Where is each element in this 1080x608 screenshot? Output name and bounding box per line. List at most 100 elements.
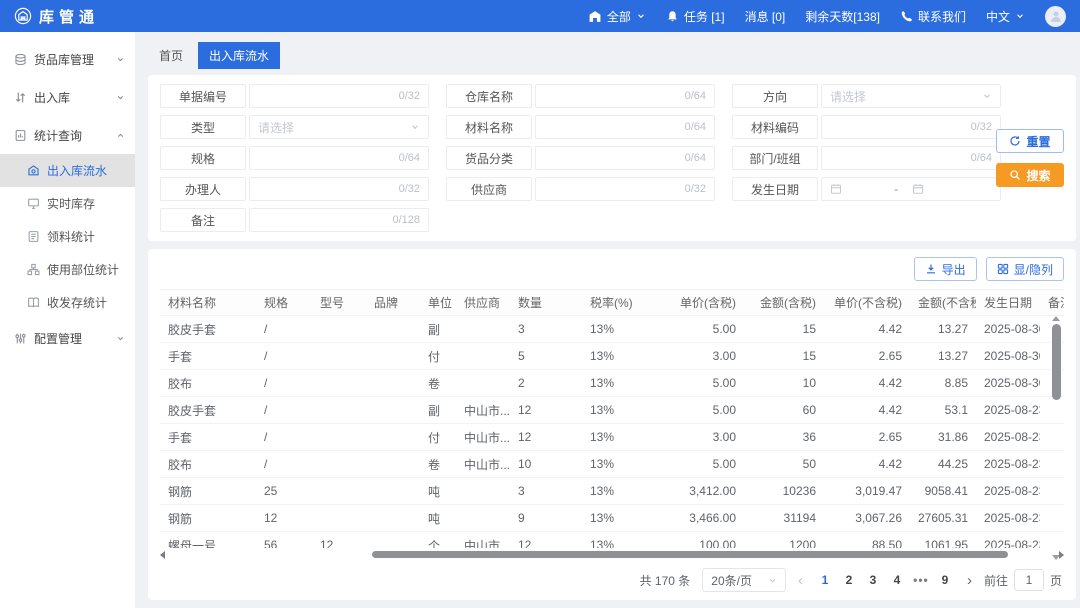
table-cell [312, 316, 366, 343]
sidebar-item-label: 实时库存 [47, 195, 95, 212]
sidebar-item-label: 收发存统计 [47, 294, 107, 311]
vertical-scroll-thumb[interactable] [1052, 324, 1061, 400]
column-header: 单价(含税) [660, 290, 744, 316]
filter-column: 方向请选择材料编码0/32部门/班组0/64发生日期- [732, 84, 1001, 232]
filter-text-input[interactable]: 0/32 [535, 177, 715, 201]
avatar[interactable] [1045, 6, 1066, 27]
table-cell: 13% [582, 505, 660, 532]
filter-text-input[interactable]: 0/64 [535, 146, 715, 170]
tab-home[interactable]: 首页 [148, 42, 194, 69]
table-cell: 15 [744, 316, 824, 343]
table-cell: 3,067.26 [824, 505, 910, 532]
sidebar-item-goods-management[interactable]: 货品库管理 [0, 40, 135, 78]
filter-text-input[interactable]: 0/64 [535, 115, 715, 139]
filter-grid: 单据编号0/32类型请选择规格0/64办理人0/32备注0/128仓库名称0/6… [160, 84, 1064, 232]
table-row[interactable]: 手套/付513%3.00152.6513.272025-08-30 [160, 343, 1064, 370]
top-right-menu: 全部 任务 [1] 消息 [0] 剩余天数[138] 联系我们 中文 [588, 6, 1066, 27]
language-dropdown[interactable]: 中文 [986, 8, 1025, 25]
messages-link[interactable]: 消息 [0] [745, 8, 786, 25]
table-cell: 13% [582, 397, 660, 424]
scroll-right-arrow-icon[interactable] [1059, 551, 1064, 559]
vertical-scrollbar[interactable] [1050, 316, 1062, 560]
page-size-select[interactable]: 20条/页 [702, 568, 786, 592]
sidebar-item-config-management[interactable]: 配置管理 [0, 319, 135, 357]
table-cell [456, 478, 510, 505]
contact-link[interactable]: 联系我们 [900, 8, 966, 25]
sidebar-item-receipt-dispatch-stats[interactable]: 收发存统计 [0, 286, 135, 319]
table-cell: 2 [510, 370, 582, 397]
scroll-left-arrow-icon[interactable] [160, 551, 165, 559]
goto-page-input[interactable] [1014, 569, 1044, 591]
table-cell: 1061.95 [910, 532, 976, 549]
table-cell: 螺母一号 [160, 532, 256, 549]
table-row[interactable]: 胶布/卷中山市...1013%5.00504.4244.252025-08-23 [160, 451, 1064, 478]
sidebar-item-usage-part-stats[interactable]: 使用部位统计 [0, 253, 135, 286]
filter-daterange[interactable]: - [821, 177, 1001, 201]
table-cell: 中山市... [456, 451, 510, 478]
table-cell: 53.1 [910, 397, 976, 424]
vertical-scroll-track[interactable] [1052, 324, 1061, 552]
search-button[interactable]: 搜索 [996, 163, 1064, 187]
table-row[interactable]: 钢筋12吨913%3,466.00311943,067.2627605.3120… [160, 505, 1064, 532]
table-cell: 13% [582, 478, 660, 505]
filter-text-input[interactable]: 0/64 [535, 84, 715, 108]
table-toolbar: 导出 显/隐列 [160, 257, 1064, 281]
reset-button[interactable]: 重置 [996, 129, 1064, 153]
sidebar-item-in-out-warehouse[interactable]: 出入库 [0, 78, 135, 116]
calendar-icon [912, 183, 924, 195]
page-number-button[interactable]: 4 [887, 573, 907, 587]
horizontal-scrollbar[interactable] [160, 550, 1064, 559]
table-row[interactable]: 螺母一号5612个中山市...1213%100.00120088.501061.… [160, 532, 1064, 549]
days-remaining-label: 剩余天数[138] [805, 8, 880, 25]
filter-field: 材料名称0/64 [446, 115, 715, 139]
next-page-button[interactable]: › [967, 573, 972, 588]
filter-select[interactable]: 请选择 [249, 115, 429, 139]
filter-text-input[interactable]: 0/32 [249, 177, 429, 201]
table-cell: 13% [582, 451, 660, 478]
table-cell: / [256, 370, 312, 397]
download-icon [925, 263, 937, 275]
table-cell: 13% [582, 316, 660, 343]
table-cell: 副 [420, 397, 456, 424]
tasks-link[interactable]: 任务 [1] [666, 8, 725, 25]
scroll-up-arrow-icon[interactable] [1052, 316, 1060, 321]
flow-house-icon [27, 164, 40, 177]
page-number-button[interactable]: 3 [863, 573, 883, 587]
search-button-label: 搜索 [1026, 167, 1050, 184]
table-row[interactable]: 钢筋25吨313%3,412.00102363,019.479058.41202… [160, 478, 1064, 505]
filter-text-input[interactable]: 0/64 [821, 146, 1001, 170]
table-cell: 2025-08-23 [976, 424, 1040, 451]
table-row[interactable]: 胶皮手套/副313%5.00154.4213.272025-08-30 [160, 316, 1064, 343]
page-number-button[interactable]: 1 [815, 573, 835, 587]
export-button[interactable]: 导出 [914, 257, 977, 281]
table-cell: 31.86 [910, 424, 976, 451]
page-number-button[interactable]: 9 [935, 573, 955, 587]
filter-text-input[interactable]: 0/128 [249, 208, 429, 232]
table-row[interactable]: 手套/付中山市...1213%3.00362.6531.862025-08-23 [160, 424, 1064, 451]
filter-column: 单据编号0/32类型请选择规格0/64办理人0/32备注0/128 [160, 84, 429, 232]
horizontal-scroll-thumb[interactable] [372, 551, 1008, 558]
table-cell: 胶布 [160, 370, 256, 397]
prev-page-button[interactable]: ‹ [798, 573, 803, 588]
show-hide-columns-button[interactable]: 显/隐列 [986, 257, 1064, 281]
table-cell: 8.85 [910, 370, 976, 397]
filter-field: 规格0/64 [160, 146, 429, 170]
sidebar-item-material-stats[interactable]: 领料统计 [0, 220, 135, 253]
table-row[interactable]: 胶皮手套/副中山市...1213%5.00604.4253.12025-08-2… [160, 397, 1064, 424]
sidebar-item-label: 货品库管理 [34, 51, 94, 68]
filter-select[interactable]: 请选择 [821, 84, 1001, 108]
page-number-button[interactable]: 2 [839, 573, 859, 587]
warehouse-scope-dropdown[interactable]: 全部 [588, 8, 646, 25]
sidebar-item-statistics-query[interactable]: 统计查询 [0, 116, 135, 154]
filter-text-input[interactable]: 0/64 [249, 146, 429, 170]
filter-text-input[interactable]: 0/32 [821, 115, 1001, 139]
sidebar: 货品库管理 出入库 统计查询 出入库流水 实 [0, 32, 135, 608]
table-cell: 钢筋 [160, 478, 256, 505]
sidebar-item-label: 出入库 [34, 89, 70, 106]
filter-column: 仓库名称0/64材料名称0/64货品分类0/64供应商0/32 [446, 84, 715, 232]
table-row[interactable]: 胶布/卷213%5.00104.428.852025-08-30 [160, 370, 1064, 397]
tab-inout-flow[interactable]: 出入库流水 [198, 42, 280, 69]
sidebar-item-realtime-stock[interactable]: 实时库存 [0, 187, 135, 220]
filter-text-input[interactable]: 0/32 [249, 84, 429, 108]
sidebar-item-inout-flow[interactable]: 出入库流水 [0, 154, 135, 187]
